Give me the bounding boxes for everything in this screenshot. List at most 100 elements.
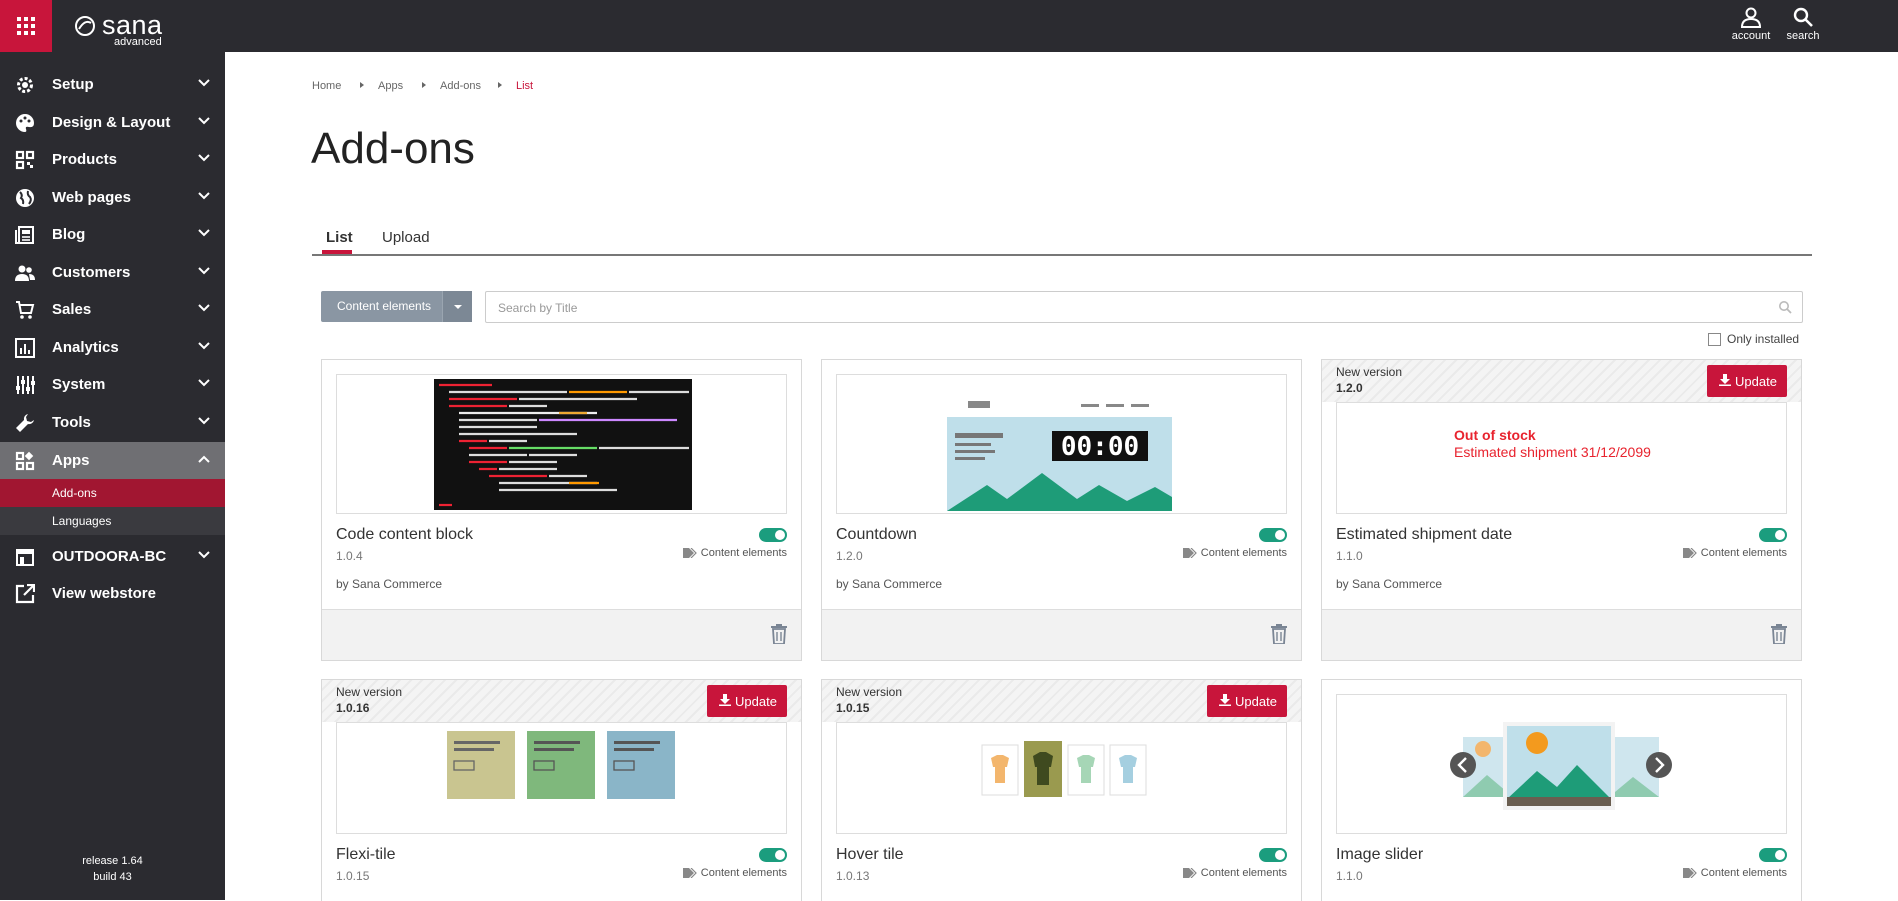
addon-name: Flexi-tile [336, 846, 396, 863]
chevron-down-icon [198, 267, 210, 275]
sidebar-item-system[interactable]: System [0, 366, 225, 403]
addon-version: 1.0.15 [336, 869, 370, 883]
addon-enabled-toggle[interactable] [1259, 528, 1287, 542]
addon-category-label: Content elements [1700, 867, 1787, 879]
new-version-banner: New version 1.2.0 Update [1322, 360, 1801, 402]
addon-vendor: by Sana Commerce [336, 577, 442, 591]
addon-category-label: Content elements [1200, 547, 1287, 559]
sidebar-item-products[interactable]: Products [0, 141, 225, 178]
delete-icon[interactable] [1771, 624, 1787, 644]
category-dropdown[interactable]: Content elements [321, 291, 472, 322]
addon-card-image-slider: Image slider 1.1.0 Content elements [1321, 679, 1802, 901]
addon-category-tag: Content elements [1182, 867, 1287, 879]
addon-card-flexi-tile: New version 1.0.16 Update Flexi-tile 1.0… [321, 679, 802, 901]
sidebar-item-label: Design & Layout [52, 114, 171, 131]
breadcrumb-separator [360, 82, 364, 88]
sliders-icon [16, 376, 35, 394]
addon-card-estimated-shipment-date: New version 1.2.0 Update Out of stock Es… [1321, 359, 1802, 661]
addon-vendor-name: Sana Commerce [352, 577, 443, 591]
release-version: release 1.64 [82, 855, 143, 867]
sidebar-item-outdoora-bc[interactable]: OUTDOORA-BC [0, 538, 225, 575]
breadcrumb-add-ons[interactable]: Add-ons [440, 80, 481, 92]
chevron-down-icon [198, 229, 210, 237]
only-installed-checkbox[interactable] [1708, 333, 1721, 346]
chevron-down-icon [198, 192, 210, 200]
search-input[interactable] [496, 297, 1760, 319]
sidebar-item-apps[interactable]: Apps [0, 442, 225, 479]
addon-enabled-toggle[interactable] [1259, 848, 1287, 862]
update-button-label: Update [1235, 694, 1277, 709]
addon-category-label: Content elements [1700, 547, 1787, 559]
update-button[interactable]: Update [1207, 685, 1287, 717]
addon-name: Hover tile [836, 846, 904, 863]
countdown-preview-image: 00:00 [947, 401, 1172, 511]
addon-enabled-toggle[interactable] [1759, 528, 1787, 542]
grid-icon [17, 17, 35, 35]
addon-name: Countdown [836, 526, 917, 543]
new-version-number: 1.2.0 [1336, 381, 1363, 395]
only-installed-label: Only installed [1727, 332, 1800, 346]
tag-icon [682, 547, 697, 559]
breadcrumb-apps[interactable]: Apps [378, 80, 403, 92]
addon-version: 1.0.4 [336, 549, 363, 563]
addon-enabled-toggle[interactable] [1759, 848, 1787, 862]
new-version-label: New version [1336, 365, 1403, 379]
addon-vendor-name: Sana Commerce [852, 577, 943, 591]
addon-vendor-prefix: by [1336, 577, 1349, 591]
store-icon [16, 549, 34, 566]
tag-icon [1182, 547, 1197, 559]
cart-icon [16, 301, 35, 319]
sidebar-item-design-layout[interactable]: Design & Layout [0, 104, 225, 141]
search-button[interactable]: search [1776, 6, 1830, 48]
sidebar-subitem-label: Add-ons [52, 486, 97, 500]
app-launcher-button[interactable] [0, 0, 52, 52]
sidebar-item-view-webstore[interactable]: View webstore [0, 575, 225, 612]
sidebar-item-blog[interactable]: Blog [0, 216, 225, 253]
sidebar-item-label: Blog [52, 226, 86, 243]
sidebar-item-tools[interactable]: Tools [0, 404, 225, 441]
category-dropdown-toggle[interactable] [442, 291, 472, 322]
preview-estimated-shipment: Estimated shipment 31/12/2099 [1454, 444, 1651, 460]
breadcrumb-separator [498, 82, 502, 88]
delete-icon[interactable] [771, 624, 787, 644]
gear-icon [17, 77, 33, 93]
breadcrumb-separator [422, 82, 426, 88]
sidebar-item-customers[interactable]: Customers [0, 254, 225, 291]
breadcrumb-home[interactable]: Home [312, 80, 341, 92]
addon-card-footer [322, 609, 801, 660]
release-info: release 1.64 build 43 [0, 853, 225, 885]
image-slider-preview-image [1450, 722, 1672, 810]
sidebar-item-sales[interactable]: Sales [0, 291, 225, 328]
sidebar-item-setup[interactable]: Setup [0, 66, 225, 103]
update-button[interactable]: Update [1707, 365, 1787, 397]
delete-icon[interactable] [1271, 624, 1287, 644]
addon-enabled-toggle[interactable] [759, 848, 787, 862]
sidebar-item-label: Tools [52, 414, 91, 431]
update-button[interactable]: Update [707, 685, 787, 717]
sidebar-subitem-languages[interactable]: Languages [0, 507, 225, 535]
addon-vendor: by Sana Commerce [1336, 577, 1442, 591]
chart-icon [15, 338, 35, 358]
update-button-label: Update [735, 694, 777, 709]
addon-preview [336, 722, 787, 834]
tab-upload[interactable]: Upload [382, 229, 430, 246]
update-button-label: Update [1735, 374, 1777, 389]
new-version-label: New version [836, 685, 903, 699]
chevron-down-icon [198, 154, 210, 162]
account-button[interactable]: account [1724, 6, 1778, 48]
addon-category-tag: Content elements [1682, 867, 1787, 879]
sidebar-item-analytics[interactable]: Analytics [0, 329, 225, 366]
chevron-down-icon [198, 342, 210, 350]
sidebar-item-label: Web pages [52, 189, 131, 206]
sidebar-item-web-pages[interactable]: Web pages [0, 179, 225, 216]
search-icon [1779, 301, 1792, 314]
addon-enabled-toggle[interactable] [759, 528, 787, 542]
top-bar: sana advanced account search [0, 0, 1898, 52]
sidebar-item-label: View webstore [52, 585, 156, 602]
sidebar-subitem-add-ons[interactable]: Add-ons [0, 479, 225, 507]
tab-list[interactable]: List [326, 229, 353, 246]
preview-out-of-stock: Out of stock [1454, 427, 1536, 443]
addon-category-tag: Content elements [682, 867, 787, 879]
logo-subtitle: advanced [114, 36, 162, 48]
sana-logo[interactable]: sana advanced [74, 10, 194, 48]
